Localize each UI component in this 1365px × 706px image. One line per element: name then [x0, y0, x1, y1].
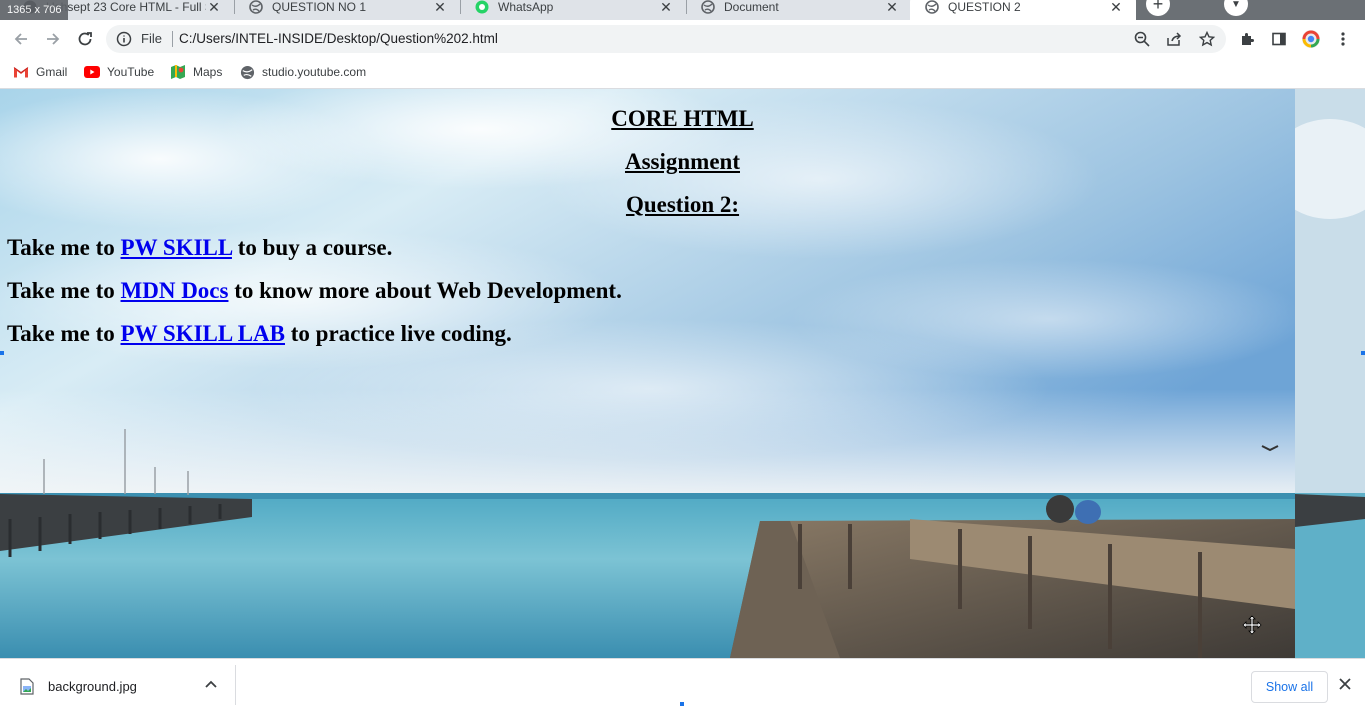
chevron-down-icon: ▼: [1231, 0, 1241, 10]
bookmark-star-icon[interactable]: [1198, 30, 1216, 48]
scheme-label: File: [141, 31, 162, 46]
line-prefix: Take me to: [7, 235, 115, 260]
maps-icon: [170, 64, 186, 80]
arrow-right-icon: [47, 33, 60, 45]
image-file-icon: [20, 678, 34, 700]
bookmark-studio-youtube[interactable]: studio.youtube.com: [239, 64, 366, 80]
share-icon[interactable]: [1165, 30, 1183, 48]
bookmark-label: studio.youtube.com: [262, 65, 367, 79]
address-bar[interactable]: File C:/Users/INTEL-INSIDE/Desktop/Quest…: [106, 25, 1226, 53]
question-heading: Question 2:: [625, 192, 740, 217]
tab-document[interactable]: Document ✕: [686, 0, 912, 20]
youtube-icon: [84, 64, 100, 80]
tab-strip: Ushsept 23 Core HTML - Full Sta ✕ QUESTI…: [0, 0, 1365, 20]
tab-whatsapp[interactable]: WhatsApp ✕: [460, 0, 686, 20]
chevron-up-icon[interactable]: [204, 678, 218, 697]
tab-strip-empty-area: [1136, 0, 1365, 20]
side-panel-icon[interactable]: [1269, 29, 1289, 49]
show-all-button[interactable]: Show all: [1251, 671, 1328, 703]
page-viewport: CORE HTML Assignment Question 2: Take me…: [0, 89, 1365, 658]
tab-title: Ushsept 23 Core HTML - Full Sta: [46, 0, 206, 14]
close-icon[interactable]: ✕: [206, 0, 222, 16]
close-icon[interactable]: ✕: [432, 0, 448, 16]
bookmark-label: YouTube: [107, 65, 155, 79]
link-line-mdn: Take me to MDN Docs to know more about W…: [7, 278, 622, 304]
reload-icon: [78, 32, 92, 46]
window-resize-handle[interactable]: [0, 351, 4, 355]
url-text[interactable]: C:/Users/INTEL-INSIDE/Desktop/Question%2…: [179, 31, 498, 46]
line-suffix: to buy a course.: [237, 235, 393, 260]
tab-title: WhatsApp: [498, 0, 554, 14]
pw-skill-lab-link[interactable]: PW SKILL LAB: [121, 321, 285, 346]
profile-avatar-icon[interactable]: [1301, 29, 1321, 49]
back-button[interactable]: [6, 24, 36, 54]
download-item[interactable]: background.jpg: [0, 665, 236, 705]
bookmark-maps[interactable]: Maps: [170, 64, 222, 80]
bookmark-label: Gmail: [36, 65, 68, 79]
globe-icon: [924, 0, 940, 15]
page-title: CORE HTML: [611, 106, 754, 131]
whatsapp-icon: [474, 0, 490, 15]
mdn-docs-link[interactable]: MDN Docs: [121, 278, 229, 303]
tab-title: QUESTION 2: [948, 0, 1021, 14]
bookmarks-bar: Gmail YouTube Maps studio.youtube.com: [0, 58, 1365, 89]
tab-title: QUESTION NO 1: [272, 0, 367, 14]
download-file-name: background.jpg: [48, 679, 137, 694]
kebab-menu-icon[interactable]: [1333, 29, 1353, 49]
bookmark-gmail[interactable]: Gmail: [13, 64, 67, 80]
browser-toolbar: File C:/Users/INTEL-INSIDE/Desktop/Quest…: [0, 20, 1365, 58]
page-subtitle: Assignment: [624, 149, 740, 174]
info-icon[interactable]: [116, 31, 132, 52]
forward-button[interactable]: [38, 24, 68, 54]
move-cursor-icon: [1242, 615, 1262, 635]
zoom-out-icon[interactable]: [1133, 30, 1151, 48]
close-icon[interactable]: ✕: [884, 0, 900, 16]
gmail-icon: [13, 64, 29, 80]
plus-icon: +: [1152, 0, 1164, 14]
line-suffix: to practice live coding.: [290, 321, 512, 346]
extensions-puzzle-icon[interactable]: [1237, 29, 1257, 49]
reload-button[interactable]: [70, 24, 100, 54]
line-prefix: Take me to: [7, 321, 115, 346]
line-suffix: to know more about Web Development.: [234, 278, 622, 303]
dimension-badge: 1365 x 706: [0, 0, 69, 20]
close-icon[interactable]: ✕: [658, 0, 674, 16]
download-bar: background.jpg Show all: [0, 658, 1365, 706]
globe-icon: [248, 0, 264, 15]
bookmark-youtube[interactable]: YouTube: [84, 64, 154, 80]
link-line-lab: Take me to PW SKILL LAB to practice live…: [7, 321, 512, 347]
close-icon[interactable]: [1338, 677, 1352, 696]
tab-question-1[interactable]: QUESTION NO 1 ✕: [234, 0, 460, 20]
pw-skill-link[interactable]: PW SKILL: [121, 235, 232, 260]
omnibox-divider: [172, 31, 173, 47]
close-icon[interactable]: ✕: [1108, 0, 1124, 16]
globe-icon: [239, 64, 255, 80]
tab-question-2[interactable]: QUESTION 2 ✕: [910, 0, 1136, 20]
window-resize-handle[interactable]: [1361, 351, 1365, 355]
arrow-left-icon: [14, 33, 27, 45]
link-line-course: Take me to PW SKILL to buy a course.: [7, 235, 392, 261]
tab-title: Document: [724, 0, 779, 14]
bookmark-label: Maps: [193, 65, 223, 79]
line-prefix: Take me to: [7, 278, 115, 303]
window-resize-handle[interactable]: [680, 702, 684, 706]
globe-icon: [700, 0, 716, 15]
